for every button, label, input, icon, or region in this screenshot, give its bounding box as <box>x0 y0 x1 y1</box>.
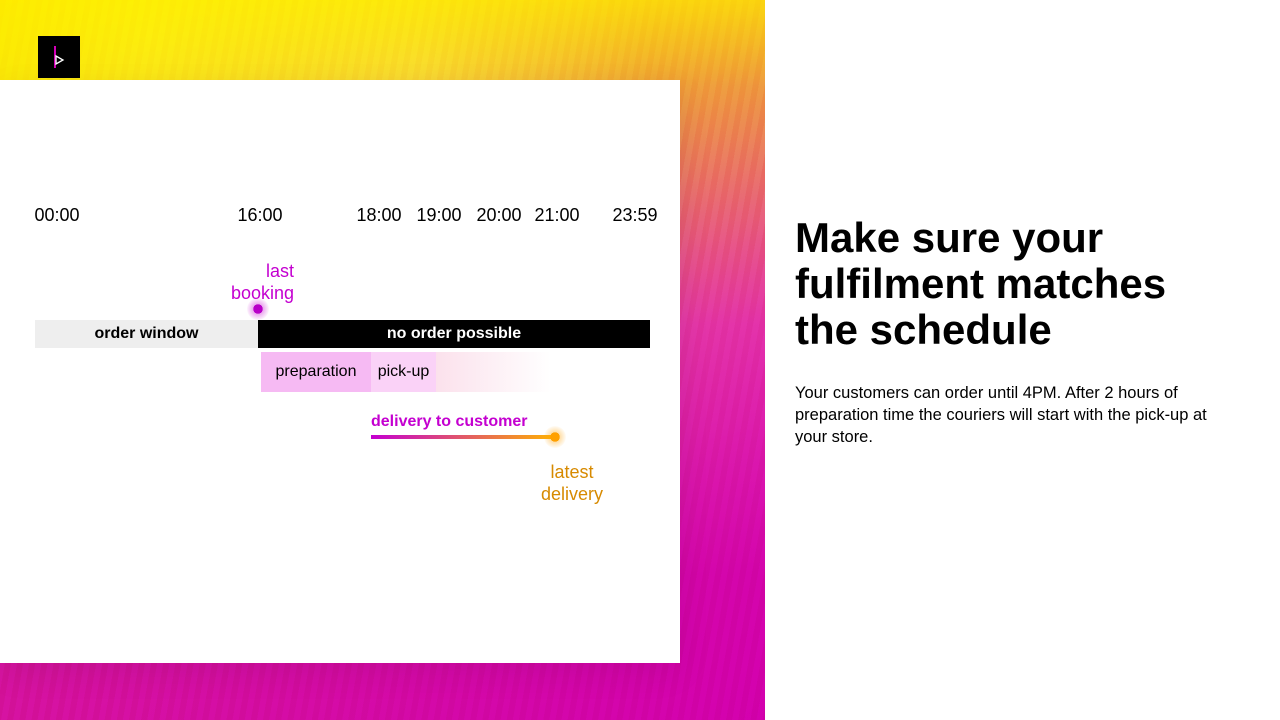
pickup-fade <box>436 352 551 392</box>
tick-0000: 00:00 <box>34 205 79 226</box>
prep-pickup-row: preparation pick-up <box>261 352 551 392</box>
last-booking-label: last booking <box>231 261 294 304</box>
right-text-panel: Make sure your fulfilment matches the sc… <box>795 215 1235 448</box>
tick-1600: 16:00 <box>237 205 282 226</box>
preparation-segment: preparation <box>261 352 371 392</box>
order-bar-row: order window no order possible <box>35 320 650 348</box>
tick-2359: 23:59 <box>612 205 657 226</box>
time-axis: 00:00 16:00 18:00 19:00 20:00 21:00 23:5… <box>35 205 655 231</box>
page-title: Make sure your fulfilment matches the sc… <box>795 215 1235 354</box>
tick-1800: 18:00 <box>356 205 401 226</box>
page-description: Your customers can order until 4PM. Afte… <box>795 382 1235 449</box>
tick-1900: 19:00 <box>416 205 461 226</box>
timeline-card: 00:00 16:00 18:00 19:00 20:00 21:00 23:5… <box>0 80 680 663</box>
order-window-segment: order window <box>35 320 258 348</box>
play-icon <box>52 46 66 68</box>
last-booking-marker <box>247 298 269 320</box>
delivery-bar <box>371 435 556 439</box>
delivery-label: delivery to customer <box>371 413 528 431</box>
latest-delivery-marker <box>544 426 566 448</box>
no-order-segment: no order possible <box>258 320 650 348</box>
tick-2000: 20:00 <box>476 205 521 226</box>
latest-delivery-label: latest delivery <box>541 462 603 505</box>
tick-2100: 21:00 <box>534 205 579 226</box>
pickup-segment: pick-up <box>371 352 436 392</box>
brand-logo <box>38 36 80 78</box>
